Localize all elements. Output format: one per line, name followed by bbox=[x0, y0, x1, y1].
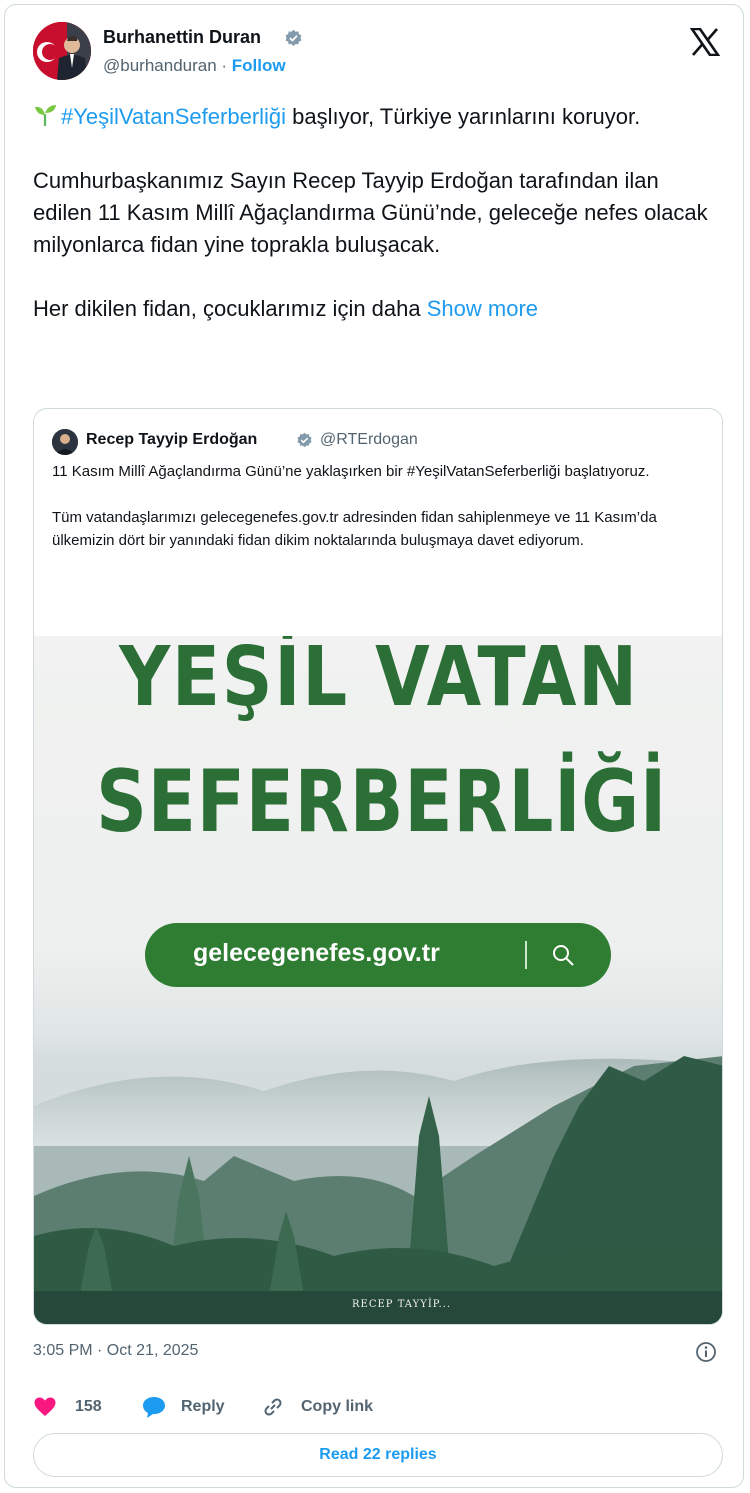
author-handle-line: @burhanduran · Follow bbox=[103, 56, 286, 76]
link-icon bbox=[264, 1398, 282, 1416]
quote-verified-badge-icon bbox=[297, 432, 312, 448]
quote-author-name[interactable]: Recep Tayyip Erdoğan bbox=[86, 431, 257, 449]
tweet-paragraph-3-text: Her dikilen fidan, çocuklarımız için dah… bbox=[33, 296, 427, 321]
show-more-link[interactable]: Show more bbox=[427, 296, 538, 321]
tweet-paragraph-2: Cumhurbaşkanımız Sayın Recep Tayyip Erdo… bbox=[33, 168, 708, 257]
author-name[interactable]: Burhanettin Duran bbox=[103, 27, 261, 48]
campaign-url: gelecegenefes.gov.tr bbox=[193, 939, 440, 967]
heart-icon bbox=[34, 1397, 56, 1416]
hashtag-link[interactable]: #YeşilVatanSeferberliği bbox=[61, 104, 286, 129]
reply-button[interactable]: Reply bbox=[141, 1395, 241, 1421]
like-button[interactable]: 158 bbox=[33, 1395, 113, 1421]
search-icon bbox=[553, 945, 574, 966]
author-portrait bbox=[57, 36, 87, 80]
reply-label: Reply bbox=[181, 1398, 225, 1415]
copy-link-button[interactable]: Copy link bbox=[261, 1395, 391, 1421]
tweet-timestamp[interactable]: 3:05 PM · Oct 21, 2025 bbox=[33, 1342, 198, 1360]
url-divider bbox=[525, 941, 527, 969]
campaign-signature: RECEP TAYYİP... bbox=[352, 1299, 452, 1310]
handle-separator: · bbox=[216, 56, 232, 75]
tweet-paragraph-1: #YeşilVatanSeferberliği başlıyor, Türkiy… bbox=[33, 101, 723, 133]
quote-author-handle[interactable]: @RTErdogan bbox=[320, 431, 418, 449]
tweet-body: #YeşilVatanSeferberliği başlıyor, Türkiy… bbox=[33, 101, 723, 325]
campaign-url-bar: gelecegenefes.gov.tr bbox=[145, 923, 611, 987]
sprout-emoji-icon bbox=[35, 105, 56, 126]
campaign-title-line-1: YEŞİL VATAN bbox=[119, 636, 639, 725]
quote-paragraph-1: 11 Kasım Millî Ağaçlandırma Günü’ne yakl… bbox=[52, 463, 650, 480]
tweet-line1-text: başlıyor, Türkiye yarınlarını koruyor. bbox=[286, 104, 641, 129]
campaign-title-line-2: SEFERBERLİĞİ bbox=[96, 752, 668, 852]
reply-bubble-icon bbox=[143, 1397, 165, 1418]
copy-link-label: Copy link bbox=[301, 1398, 374, 1415]
quote-avatar-portrait bbox=[52, 429, 78, 455]
author-avatar[interactable] bbox=[33, 22, 91, 80]
follow-button[interactable]: Follow bbox=[232, 56, 286, 75]
info-icon[interactable] bbox=[695, 1341, 717, 1363]
read-replies-button[interactable]: Read 22 replies bbox=[33, 1433, 723, 1477]
quoted-tweet[interactable]: Recep Tayyip Erdoğan @RTErdogan 11 Kasım… bbox=[33, 408, 723, 1325]
quote-body: 11 Kasım Millî Ağaçlandırma Günü’ne yakl… bbox=[52, 460, 712, 552]
quote-paragraph-2: Tüm vatandaşlarımızı gelecegenefes.gov.t… bbox=[52, 509, 657, 549]
author-handle[interactable]: @burhanduran bbox=[103, 56, 217, 75]
campaign-image[interactable]: YEŞİL VATAN SEFERBERLİĞİ gelecegenefes.g… bbox=[34, 636, 722, 1324]
tweet-paragraph-3: Her dikilen fidan, çocuklarımız için dah… bbox=[33, 293, 723, 325]
verified-badge-icon bbox=[285, 29, 302, 47]
quote-author-avatar[interactable] bbox=[52, 429, 78, 455]
like-count: 158 bbox=[75, 1398, 102, 1415]
x-logo-icon[interactable] bbox=[690, 28, 720, 56]
